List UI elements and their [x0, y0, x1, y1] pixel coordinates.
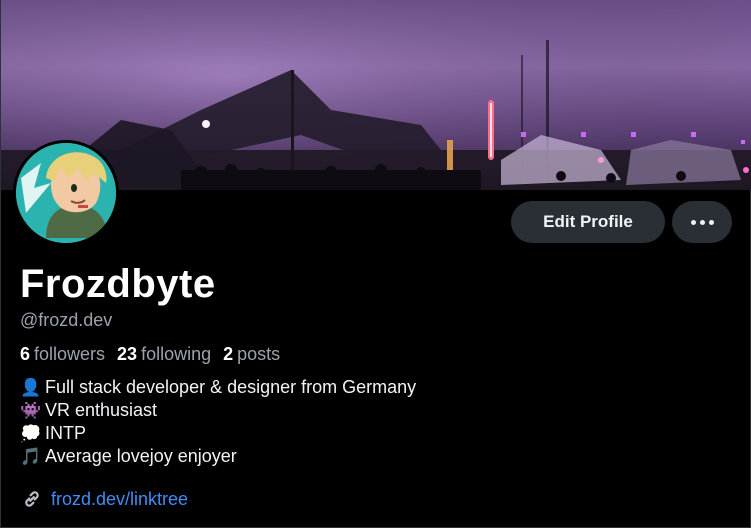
- followers-label: followers: [34, 344, 106, 364]
- bio-line: 👤 Full stack developer & designer from G…: [20, 376, 416, 399]
- more-options-button[interactable]: [672, 201, 732, 243]
- profile-banner[interactable]: [1, 0, 751, 190]
- music-note-icon: 🎵: [20, 447, 42, 466]
- avatar-image: [16, 143, 116, 243]
- posts-count: 2: [223, 344, 234, 364]
- profile-link-row: frozd.dev/linktree: [21, 488, 188, 510]
- edit-profile-button[interactable]: Edit Profile: [511, 201, 665, 243]
- banner-image: [1, 0, 751, 190]
- posts-label: posts: [237, 344, 281, 364]
- bio-line: 🎵 Average lovejoy enjoyer: [20, 445, 416, 468]
- profile-bio: 👤 Full stack developer & designer from G…: [20, 376, 416, 468]
- profile-website-link[interactable]: frozd.dev/linktree: [51, 489, 188, 510]
- followers-count: 6: [20, 344, 31, 364]
- following-label: following: [141, 344, 212, 364]
- link-icon: [25, 491, 39, 507]
- more-options-icon: [690, 219, 714, 225]
- profile-page: Edit Profile Frozdbyte @frozd.dev 6 follo…: [0, 0, 751, 528]
- bio-text: VR enthusiast: [45, 400, 158, 420]
- bio-line: 💭 INTP: [20, 422, 416, 445]
- display-name: Frozdbyte: [20, 262, 216, 306]
- alien-invader-icon: 👾: [20, 401, 42, 420]
- followers-link[interactable]: 6 followers: [20, 344, 105, 365]
- profile-handle: @frozd.dev: [20, 310, 113, 330]
- person-icon: 👤: [20, 378, 42, 397]
- avatar[interactable]: [13, 140, 119, 246]
- following-link[interactable]: 23 following: [117, 344, 211, 365]
- bio-text: INTP: [45, 423, 87, 443]
- posts-stat: 2 posts: [223, 344, 280, 365]
- profile-stats: 6 followers 23 following 2 posts: [20, 344, 280, 365]
- bio-text: Full stack developer & designer from Ger…: [45, 377, 417, 397]
- following-count: 23: [117, 344, 138, 364]
- bio-text: Average lovejoy enjoyer: [45, 446, 237, 466]
- bio-line: 👾 VR enthusiast: [20, 399, 416, 422]
- thought-bubble-icon: 💭: [20, 424, 42, 443]
